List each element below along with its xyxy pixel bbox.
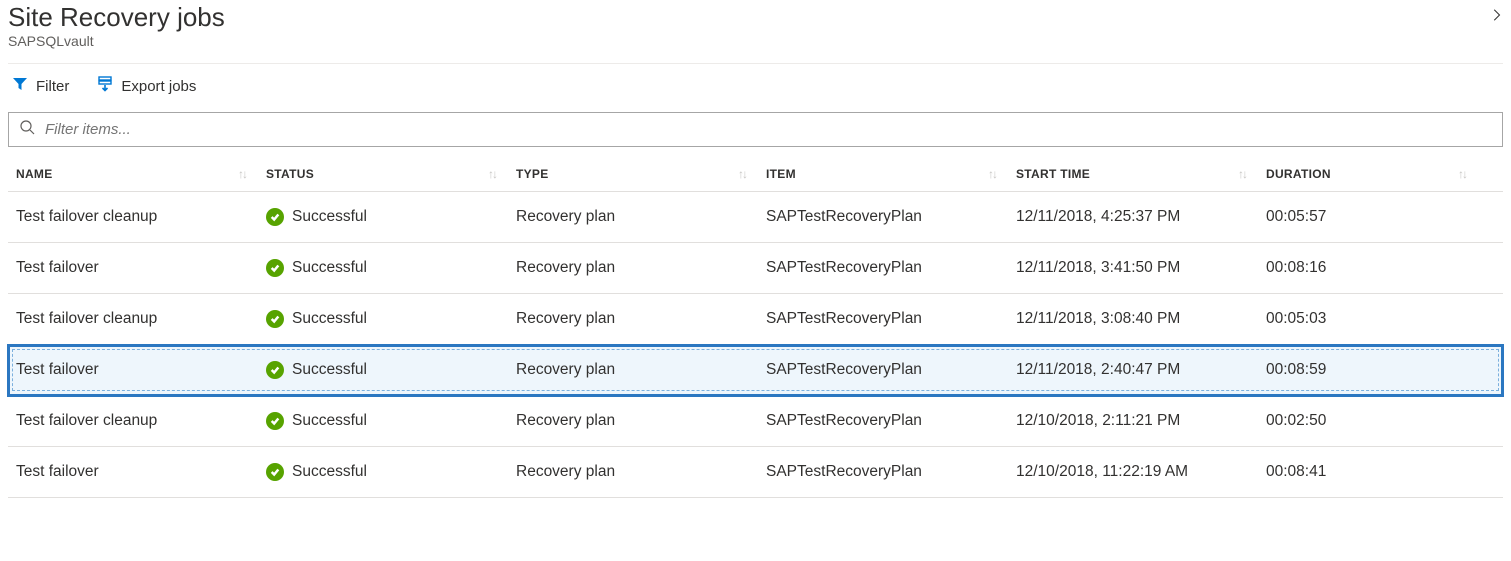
cell-status: Successful [258, 451, 508, 493]
cell-name: Test failover [8, 349, 258, 391]
table-body: Test failover cleanup Successful Recovery … [8, 192, 1503, 498]
export-icon [97, 76, 113, 96]
export-jobs-button-label: Export jobs [121, 78, 196, 95]
sort-icon: ↑↓ [1458, 167, 1466, 181]
cell-type: Recovery plan [508, 349, 758, 391]
page-title: Site Recovery jobs [8, 2, 225, 33]
filter-button-label: Filter [36, 78, 69, 95]
table-row[interactable]: Test failover cleanup Successful Recovery … [8, 294, 1503, 345]
table-row[interactable]: Test failover Successful Recovery planSAPT… [8, 345, 1503, 396]
cell-name: Test failover cleanup [8, 196, 258, 238]
filter-input-container[interactable] [8, 112, 1503, 147]
status-label: Successful [292, 463, 367, 481]
table-row[interactable]: Test failover cleanup Successful Recovery … [8, 396, 1503, 447]
sort-icon: ↑↓ [238, 167, 246, 181]
cell-status: Successful [258, 196, 508, 238]
column-header-item[interactable]: ITEM↑↓ [758, 157, 1008, 191]
sort-icon: ↑↓ [988, 167, 996, 181]
cell-start-time: 12/11/2018, 2:40:47 PM [1008, 349, 1258, 391]
table-row[interactable]: Test failover cleanup Successful Recovery … [8, 192, 1503, 243]
cell-duration: 00:05:57 [1258, 196, 1478, 238]
column-header-type[interactable]: TYPE↑↓ [508, 157, 758, 191]
jobs-table: NAME↑↓ STATUS↑↓ TYPE↑↓ ITEM↑↓ START TIME… [8, 157, 1503, 498]
cell-start-time: 12/10/2018, 11:22:19 AM [1008, 451, 1258, 493]
cell-type: Recovery plan [508, 196, 758, 238]
cell-item: SAPTestRecoveryPlan [758, 298, 1008, 340]
cell-item: SAPTestRecoveryPlan [758, 196, 1008, 238]
column-header-name[interactable]: NAME↑↓ [8, 157, 258, 191]
toolbar: Filter Export jobs [8, 64, 1503, 112]
column-header-start-time[interactable]: START TIME↑↓ [1008, 157, 1258, 191]
column-header-status[interactable]: STATUS↑↓ [258, 157, 508, 191]
column-header-duration[interactable]: DURATION↑↓ [1258, 157, 1478, 191]
search-icon [19, 119, 43, 140]
cell-type: Recovery plan [508, 400, 758, 442]
sort-icon: ↑↓ [738, 167, 746, 181]
cell-type: Recovery plan [508, 298, 758, 340]
cell-duration: 00:08:16 [1258, 247, 1478, 289]
success-icon [266, 310, 284, 328]
table-header: NAME↑↓ STATUS↑↓ TYPE↑↓ ITEM↑↓ START TIME… [8, 157, 1503, 192]
cell-name: Test failover cleanup [8, 400, 258, 442]
sort-icon: ↑↓ [1238, 167, 1246, 181]
cell-start-time: 12/11/2018, 3:41:50 PM [1008, 247, 1258, 289]
cell-type: Recovery plan [508, 247, 758, 289]
cell-type: Recovery plan [508, 451, 758, 493]
cell-status: Successful [258, 247, 508, 289]
table-row[interactable]: Test failover Successful Recovery planSAPT… [8, 447, 1503, 498]
success-icon [266, 463, 284, 481]
sort-icon: ↑↓ [488, 167, 496, 181]
cell-duration: 00:05:03 [1258, 298, 1478, 340]
cell-start-time: 12/11/2018, 3:08:40 PM [1008, 298, 1258, 340]
cell-item: SAPTestRecoveryPlan [758, 451, 1008, 493]
status-label: Successful [292, 208, 367, 226]
filter-items-input[interactable] [43, 120, 1492, 139]
cell-start-time: 12/10/2018, 2:11:21 PM [1008, 400, 1258, 442]
cell-name: Test failover cleanup [8, 298, 258, 340]
success-icon [266, 412, 284, 430]
table-row[interactable]: Test failover Successful Recovery planSAPT… [8, 243, 1503, 294]
cell-item: SAPTestRecoveryPlan [758, 349, 1008, 391]
cell-status: Successful [258, 400, 508, 442]
filter-button[interactable]: Filter [12, 76, 69, 96]
status-label: Successful [292, 310, 367, 328]
cell-name: Test failover [8, 451, 258, 493]
close-icon[interactable] [1489, 2, 1503, 27]
cell-item: SAPTestRecoveryPlan [758, 247, 1008, 289]
cell-item: SAPTestRecoveryPlan [758, 400, 1008, 442]
filter-icon [12, 76, 28, 96]
cell-duration: 00:08:41 [1258, 451, 1478, 493]
success-icon [266, 361, 284, 379]
cell-status: Successful [258, 349, 508, 391]
page-subtitle: SAPSQLvault [8, 33, 225, 49]
cell-status: Successful [258, 298, 508, 340]
cell-duration: 00:02:50 [1258, 400, 1478, 442]
success-icon [266, 259, 284, 277]
cell-start-time: 12/11/2018, 4:25:37 PM [1008, 196, 1258, 238]
export-jobs-button[interactable]: Export jobs [97, 76, 196, 96]
success-icon [266, 208, 284, 226]
cell-name: Test failover [8, 247, 258, 289]
status-label: Successful [292, 259, 367, 277]
cell-duration: 00:08:59 [1258, 349, 1478, 391]
status-label: Successful [292, 412, 367, 430]
status-label: Successful [292, 361, 367, 379]
